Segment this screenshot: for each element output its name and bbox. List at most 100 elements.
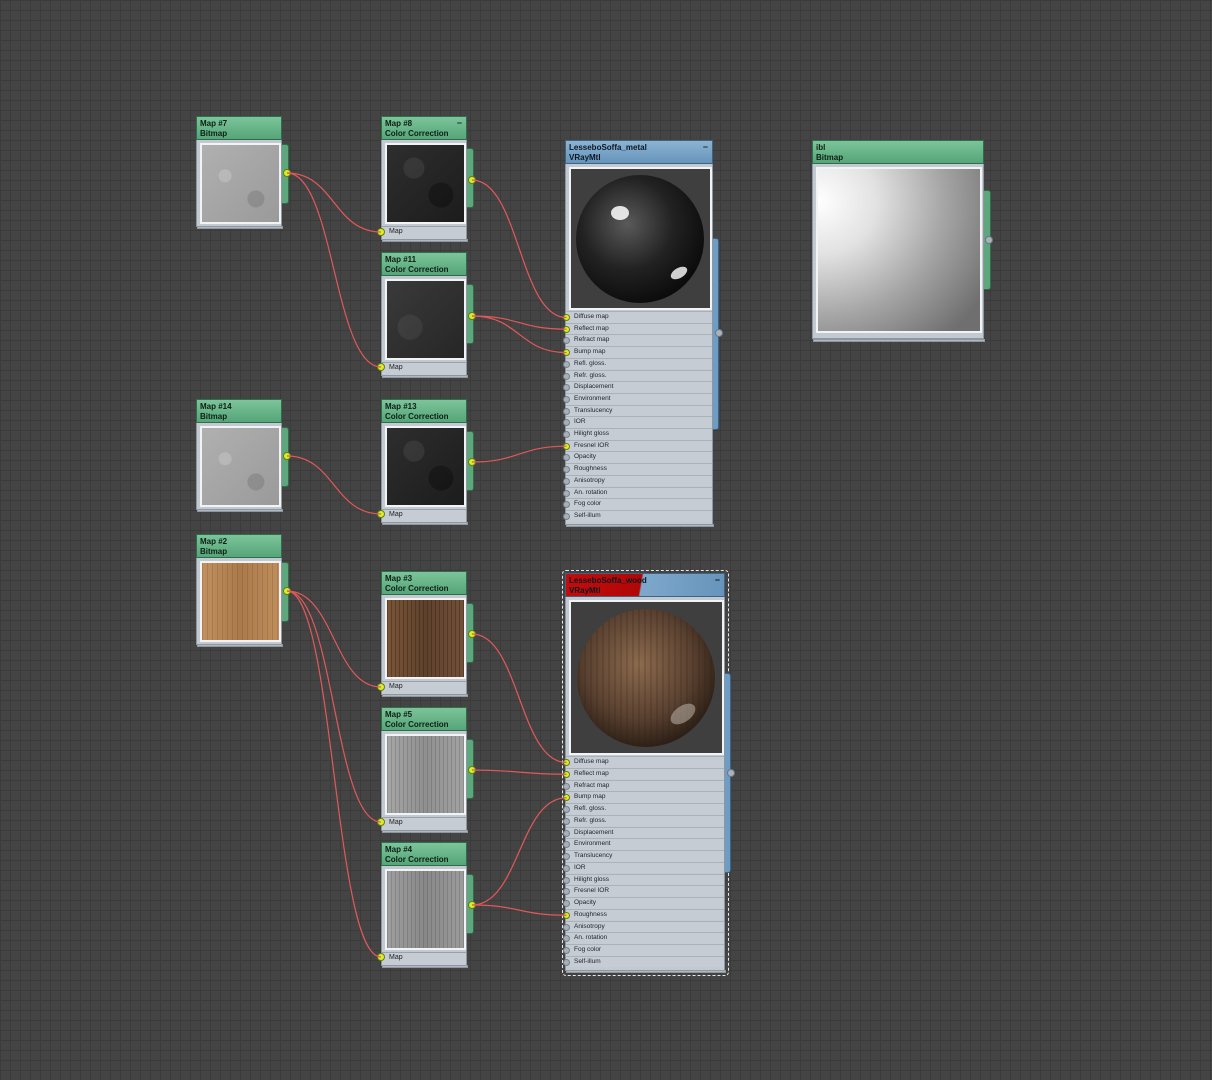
input-port[interactable] (377, 363, 385, 371)
slot-input-port[interactable] (563, 864, 570, 872)
slot-an-rotation[interactable]: An. rotation (563, 486, 712, 499)
map-node-map-14[interactable]: Map #14 Bitmap (196, 399, 291, 512)
slot-input-port[interactable] (563, 395, 570, 403)
slot-translucency[interactable]: Translucency (563, 850, 724, 862)
slot-translucency[interactable]: Translucency (563, 404, 712, 417)
map-node-map-2[interactable]: Map #2 Bitmap (196, 534, 291, 647)
slot-input-port[interactable] (563, 419, 570, 427)
slot-ior[interactable]: IOR (563, 416, 712, 428)
slot-input-port[interactable] (563, 454, 570, 462)
slot-input-port[interactable] (563, 314, 570, 321)
wire-m3-to-wood-diffuse-map[interactable] (471, 633, 567, 764)
input-port[interactable] (377, 818, 385, 826)
node-header[interactable]: Map #13 Color Correction (381, 399, 467, 423)
slot-hilight-gloss[interactable]: Hilight gloss (563, 428, 712, 440)
slot-input-port[interactable] (563, 806, 570, 813)
wire-m8-to-metal-diffuse-map[interactable] (471, 179, 567, 319)
wire-m2-to-m5[interactable] (286, 590, 382, 823)
slot-input-port[interactable] (563, 947, 570, 954)
map-node-map-8[interactable]: Map #8 Color Correction − Map (377, 116, 476, 242)
node-header[interactable]: Map #5 Color Correction (381, 707, 467, 731)
output-port[interactable] (468, 176, 476, 184)
slot-displacement[interactable]: Displacement (563, 826, 724, 839)
slot-input-port[interactable] (563, 853, 570, 860)
input-port[interactable] (377, 953, 385, 961)
output-port[interactable] (283, 169, 291, 177)
slot-roughness[interactable]: Roughness (563, 908, 724, 921)
material-node-wood[interactable]: LesseboSoffa_wood VRayMtl − Diffuse map … (563, 573, 735, 973)
slot-input-port[interactable] (563, 512, 570, 520)
slot-displacement[interactable]: Displacement (563, 381, 712, 393)
wire-m5-to-wood-reflect-map[interactable] (471, 769, 567, 775)
slot-input-port[interactable] (563, 407, 570, 415)
slot-refract-map[interactable]: Refract map (563, 334, 712, 347)
slot-bump-map[interactable]: Bump map (563, 346, 712, 358)
slot-input-port[interactable] (563, 794, 570, 802)
slot-input-port[interactable] (563, 841, 570, 849)
slot-environment[interactable]: Environment (563, 392, 712, 405)
slot-bump-map[interactable]: Bump map (563, 791, 724, 803)
output-port[interactable] (283, 452, 291, 460)
wire-m7-to-m11[interactable] (286, 172, 382, 368)
slot-anisotropy[interactable]: Anisotropy (563, 920, 724, 933)
slot-self-illum[interactable]: Self-illum (563, 955, 724, 968)
node-header[interactable]: Map #2 Bitmap (196, 534, 282, 558)
slot-input-port[interactable] (563, 770, 570, 778)
output-port[interactable] (468, 630, 476, 638)
slot-input-port[interactable] (563, 337, 570, 345)
map-node-map-11[interactable]: Map #11 Color Correction Map (377, 252, 476, 378)
input-port[interactable] (377, 510, 385, 518)
slot-input-port[interactable] (563, 829, 570, 837)
slot-input-port[interactable] (563, 759, 570, 766)
map-node-ibl[interactable]: ibl Bitmap (812, 140, 993, 342)
slot-roughness[interactable]: Roughness (563, 463, 712, 475)
wire-m7-to-m8[interactable] (286, 172, 382, 233)
slot-fog-color[interactable]: Fog color (563, 498, 712, 510)
output-port[interactable] (283, 587, 291, 595)
slot-input-port[interactable] (563, 431, 570, 438)
node-header[interactable]: Map #3 Color Correction (381, 571, 467, 595)
wire-m11-to-metal-bump-map[interactable] (471, 315, 567, 354)
output-port[interactable] (468, 901, 476, 909)
slot-opacity[interactable]: Opacity (563, 451, 712, 464)
node-header[interactable]: LesseboSoffa_metal VRayMtl − (565, 140, 713, 164)
slot-input-port[interactable] (563, 489, 570, 497)
slot-fresnel-ior[interactable]: Fresnel IOR (563, 439, 712, 452)
slot-fresnel-ior[interactable]: Fresnel IOR (563, 885, 724, 897)
slot-input-port[interactable] (563, 477, 570, 485)
slot-input-port[interactable] (563, 360, 570, 368)
slot-reflect-map[interactable]: Reflect map (563, 322, 712, 335)
slot-input-port[interactable] (563, 501, 570, 509)
output-port[interactable] (468, 312, 476, 320)
collapse-icon[interactable]: − (703, 142, 708, 152)
slot-input-port[interactable] (563, 876, 570, 884)
slot-fog-color[interactable]: Fog color (563, 944, 724, 956)
wire-m11-to-metal-reflect-map[interactable] (471, 315, 567, 330)
node-header[interactable]: Map #11 Color Correction (381, 252, 467, 276)
map-node-map-7[interactable]: Map #7 Bitmap (196, 116, 291, 229)
wire-m2-to-m4[interactable] (286, 590, 382, 958)
slot-input-port[interactable] (563, 923, 570, 931)
slot-diffuse-map[interactable]: Diffuse map (563, 311, 712, 323)
slot-input-port[interactable] (563, 384, 570, 392)
node-header[interactable]: Map #14 Bitmap (196, 399, 282, 423)
map-node-map-5[interactable]: Map #5 Color Correction Map (377, 707, 476, 833)
slot-input-port[interactable] (563, 466, 570, 474)
map-node-map-3[interactable]: Map #3 Color Correction Map (377, 571, 476, 697)
collapse-icon[interactable]: − (457, 118, 462, 128)
wire-m4-to-wood-bump-map[interactable] (471, 797, 567, 906)
node-header[interactable]: ibl Bitmap (812, 140, 984, 164)
slot-input-port[interactable] (563, 935, 570, 943)
wire-m4-to-wood-roughness[interactable] (471, 904, 567, 916)
output-port[interactable] (468, 458, 476, 466)
node-header[interactable]: Map #4 Color Correction (381, 842, 467, 866)
collapse-icon[interactable]: − (715, 575, 720, 585)
slot-ior[interactable]: IOR (563, 861, 724, 874)
slot-refr-gloss[interactable]: Refr. gloss. (563, 814, 724, 827)
wire-m13-to-metal-fresnel-ior[interactable] (471, 445, 567, 463)
slot-input-port[interactable] (563, 349, 570, 357)
slot-refr-gloss[interactable]: Refr. gloss. (563, 369, 712, 382)
slot-refl-gloss[interactable]: Refl. gloss. (563, 357, 712, 370)
slot-input-port[interactable] (563, 888, 570, 896)
map-node-map-13[interactable]: Map #13 Color Correction Map (377, 399, 476, 525)
